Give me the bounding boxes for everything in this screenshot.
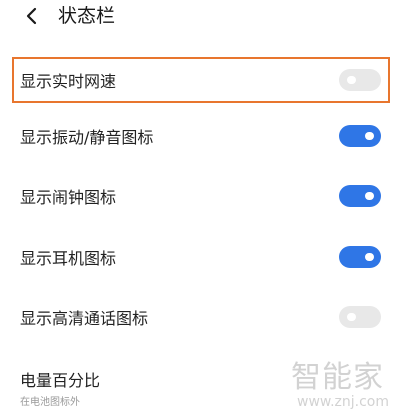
setting-label: 显示振动/静音图标 [20,128,154,147]
watermark: 智能家 www.znj.com [287,350,397,416]
battery-percentage-value: 在电池图标外 [20,397,80,408]
watermark-url: www.znj.com [297,394,389,410]
realtime-speed-toggle[interactable] [339,69,381,91]
setting-row-realtime-speed[interactable]: 显示实时网速 [0,57,400,103]
headphone-icon-toggle[interactable] [339,246,381,268]
toggle-knob [365,192,374,200]
toggle-knob [347,313,356,321]
toggle-knob [365,253,374,261]
toggle-knob [365,132,374,140]
alarm-icon-toggle[interactable] [339,185,381,207]
hd-call-icon-toggle[interactable] [339,306,381,328]
setting-row-alarm-icon[interactable]: 显示闹钟图标 [0,176,400,216]
setting-label: 显示高清通话图标 [20,309,149,328]
watermark-text: 智能家 [291,360,384,395]
setting-row-headphone-icon[interactable]: 显示耳机图标 [0,237,400,277]
toggle-knob [347,76,356,84]
setting-label: 显示闹钟图标 [20,188,117,207]
setting-row-hd-call-icon[interactable]: 显示高清通话图标 [0,297,400,337]
header-bar: 状态栏 [0,0,400,40]
page-title: 状态栏 [58,5,116,27]
battery-percentage-label[interactable]: 电量百分比 [20,367,100,391]
vibrate-mute-icon-toggle[interactable] [339,125,381,147]
setting-label: 显示实时网速 [20,72,117,91]
back-button[interactable] [20,4,44,28]
chevron-left-icon [26,7,37,25]
setting-label: 显示耳机图标 [20,249,117,268]
setting-row-vibrate-mute-icon[interactable]: 显示振动/静音图标 [0,116,400,156]
